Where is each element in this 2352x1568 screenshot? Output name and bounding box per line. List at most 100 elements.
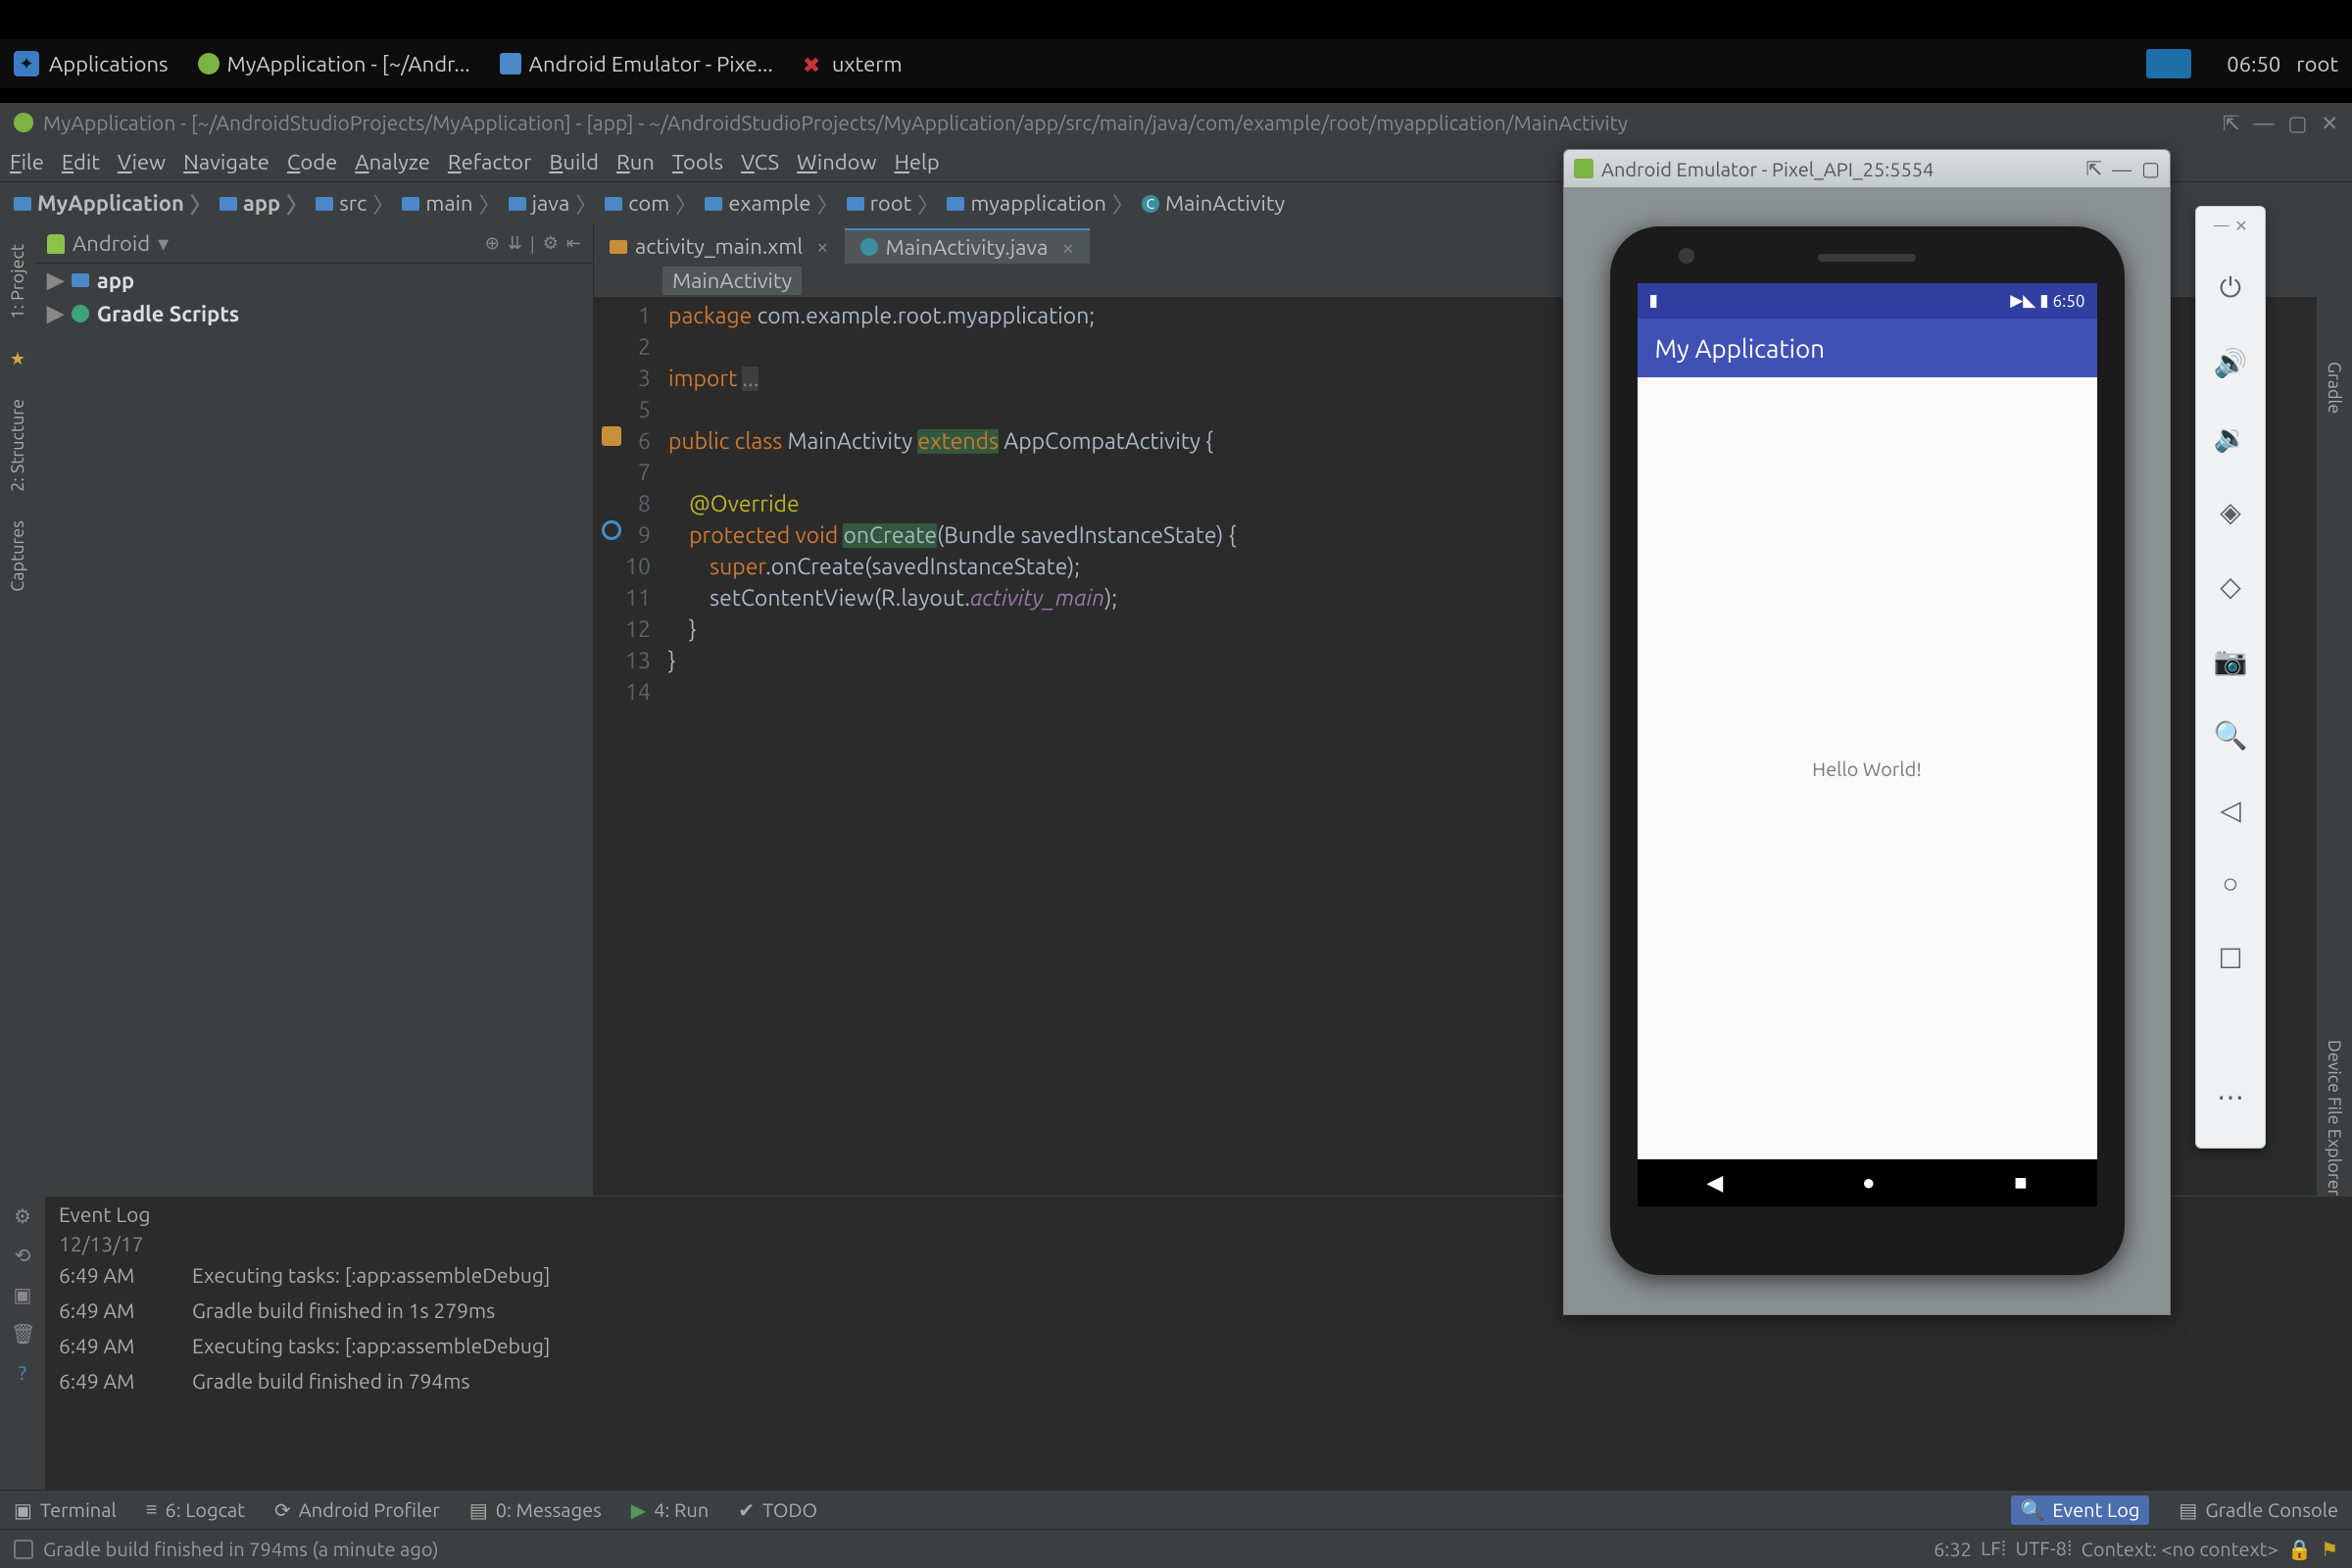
nav-back-icon[interactable]: ◀ <box>1706 1170 1723 1196</box>
breadcrumb-myapplication[interactable]: MyApplication〉 <box>14 188 212 220</box>
breadcrumb-main[interactable]: main〉 <box>402 188 500 220</box>
status-left-icon: ▮ <box>1649 291 1658 311</box>
overview-icon[interactable]: ☐ <box>2211 939 2250 978</box>
status-icon[interactable] <box>14 1540 33 1559</box>
nav-overview-icon[interactable]: ■ <box>2014 1170 2027 1196</box>
tab-captures[interactable]: Captures <box>8 520 27 592</box>
breadcrumb-com[interactable]: com〉 <box>605 188 697 220</box>
device-screen[interactable]: ▮ ▶◣ ▮ 6:50 My Application Hello World! … <box>1638 283 2097 1206</box>
user-label[interactable]: root <box>2296 52 2338 76</box>
breadcrumb-src[interactable]: src〉 <box>316 188 394 220</box>
menu-help[interactable]: Help <box>895 150 940 174</box>
hide-icon[interactable]: ⇤ <box>566 233 581 254</box>
project-node-gradle-scripts[interactable]: ▶Gradle Scripts <box>35 297 593 330</box>
menu-tools[interactable]: Tools <box>672 150 723 174</box>
window-close-icon[interactable]: ✕ <box>2321 111 2338 135</box>
editor-tab-MainActivity-java[interactable]: MainActivity.java× <box>845 228 1090 264</box>
breadcrumb-myapplication[interactable]: myapplication〉 <box>947 188 1134 220</box>
tab-run[interactable]: ▶ 4: Run <box>631 1498 709 1522</box>
applications-menu[interactable]: Applications <box>49 52 169 76</box>
emulator-titlebar[interactable]: Android Emulator - Pixel_API_25:5554 ⇱ —… <box>1564 150 2170 187</box>
nav-home-icon[interactable]: ● <box>1862 1170 1875 1196</box>
menu-window[interactable]: Window <box>797 150 877 174</box>
cursor-position[interactable]: 6:32 <box>1934 1538 1972 1560</box>
emu-minimize-icon[interactable]: — <box>2112 158 2132 180</box>
context-label[interactable]: Context: <no context> <box>2082 1538 2278 1560</box>
breadcrumb-example[interactable]: example〉 <box>705 188 838 220</box>
tab-terminal[interactable]: ▣ Terminal <box>14 1498 117 1522</box>
app-content[interactable]: Hello World! <box>1638 377 2097 1159</box>
lock-icon[interactable]: 🔒 <box>2287 1538 2312 1561</box>
xfce-menu-icon[interactable]: ✦ <box>14 51 39 76</box>
window-pin-icon[interactable]: ⇱ <box>2223 111 2240 135</box>
clear-icon[interactable]: 🗑 <box>11 1322 34 1346</box>
menu-edit[interactable]: Edit <box>62 150 100 174</box>
bottom-tool-tabs: ▣ Terminal ≡ 6: Logcat ⟳ Android Profile… <box>0 1490 2352 1529</box>
camera-icon[interactable]: 📷 <box>2211 641 2250 680</box>
breadcrumb-java[interactable]: java〉 <box>509 188 598 220</box>
line-separator[interactable]: LF⁞ <box>1981 1537 2006 1561</box>
gear-icon[interactable]: ⚙ <box>543 233 559 254</box>
expand-icon[interactable]: ▣ <box>11 1283 34 1306</box>
zoom-icon[interactable]: 🔍 <box>2211 715 2250 755</box>
target-icon[interactable]: ⊕ <box>485 233 500 254</box>
back-icon[interactable]: ◁ <box>2211 790 2250 829</box>
volume-down-icon[interactable]: 🔉 <box>2211 417 2250 457</box>
emu-tool-minimize-icon[interactable]: — <box>2213 217 2229 235</box>
ide-titlebar: MyApplication - [~/AndroidStudioProjects… <box>0 103 2352 142</box>
more-icon[interactable]: ⋯ <box>2211 1077 2250 1116</box>
menu-navigate[interactable]: Navigate <box>183 150 270 174</box>
wrap-icon[interactable]: ⟲ <box>11 1244 34 1267</box>
tab-android-profiler[interactable]: ⟳ Android Profiler <box>274 1498 440 1522</box>
tab-gradle[interactable]: Gradle <box>2325 362 2344 414</box>
project-header[interactable]: Android ▾ ⊕ ⇊ | ⚙ ⇤ <box>35 224 593 264</box>
bookmark-icon[interactable]: ★ <box>10 349 25 369</box>
app-title: My Application <box>1655 334 1826 363</box>
encoding[interactable]: UTF-8⁞ <box>2016 1537 2073 1561</box>
phone-camera-icon <box>1679 248 1694 264</box>
window-maximize-icon[interactable]: ▢ <box>2288 111 2308 135</box>
inspector-icon[interactable]: ⚑ <box>2321 1538 2338 1561</box>
event-log-entry[interactable]: 6:49 AMExecuting tasks: [:app:assembleDe… <box>59 1328 2338 1363</box>
event-log-entry[interactable]: 6:49 AMGradle build finished in 794ms <box>59 1363 2338 1398</box>
collapse-icon[interactable]: ⇊ <box>508 233 522 254</box>
breadcrumb-root[interactable]: root〉 <box>847 188 940 220</box>
emu-pin-icon[interactable]: ⇱ <box>2085 157 2102 180</box>
editor-tab-activity_main-xml[interactable]: activity_main.xml× <box>594 228 845 264</box>
breadcrumb-app[interactable]: app〉 <box>220 188 308 220</box>
menu-file[interactable]: File <box>10 150 44 174</box>
task-emulator[interactable]: Android Emulator - Pixe... <box>500 52 773 76</box>
tab-project[interactable]: 1: Project <box>8 244 27 319</box>
power-icon[interactable]: ⏻ <box>2211 269 2250 308</box>
menu-build[interactable]: Build <box>549 150 599 174</box>
emu-tool-close-icon[interactable]: ✕ <box>2234 217 2247 235</box>
menu-code[interactable]: Code <box>287 150 337 174</box>
project-node-app[interactable]: ▶app <box>35 264 593 297</box>
clock[interactable]: 06:50 <box>2227 52 2280 76</box>
filter-icon[interactable]: ⚙ <box>11 1204 34 1228</box>
rotate-left-icon[interactable]: ◈ <box>2211 492 2250 531</box>
android-studio-icon <box>14 113 33 132</box>
task-uxterm[interactable]: ✖uxterm <box>803 52 903 76</box>
tab-device-file-explorer[interactable]: Device File Explorer <box>2325 1040 2344 1197</box>
home-icon[interactable]: ○ <box>2211 864 2250 904</box>
menu-refactor[interactable]: Refactor <box>448 150 532 174</box>
tray-indicator[interactable] <box>2146 49 2191 78</box>
rotate-right-icon[interactable]: ◇ <box>2211 566 2250 606</box>
menu-vcs[interactable]: VCS <box>741 150 779 174</box>
emu-maximize-icon[interactable]: ▢ <box>2141 157 2160 180</box>
tab-logcat[interactable]: ≡ 6: Logcat <box>146 1497 245 1522</box>
help-icon[interactable]: ? <box>11 1361 34 1385</box>
menu-view[interactable]: View <box>118 150 166 174</box>
tab-event-log[interactable]: 🔍 Event Log <box>2011 1495 2150 1525</box>
tab-todo[interactable]: ✔ TODO <box>738 1498 817 1522</box>
window-minimize-icon[interactable]: — <box>2254 111 2275 134</box>
tab-structure[interactable]: 2: Structure <box>8 399 27 492</box>
menu-run[interactable]: Run <box>616 150 655 174</box>
tab-messages[interactable]: ▤ 0: Messages <box>469 1498 602 1522</box>
breadcrumb-mainactivity[interactable]: CMainActivity <box>1142 191 1285 216</box>
menu-analyze[interactable]: Analyze <box>355 150 430 174</box>
tab-gradle-console[interactable]: ▤ Gradle Console <box>2179 1498 2338 1522</box>
task-android-studio[interactable]: MyApplication - [~/Andr... <box>198 52 470 76</box>
volume-up-icon[interactable]: 🔊 <box>2211 343 2250 382</box>
